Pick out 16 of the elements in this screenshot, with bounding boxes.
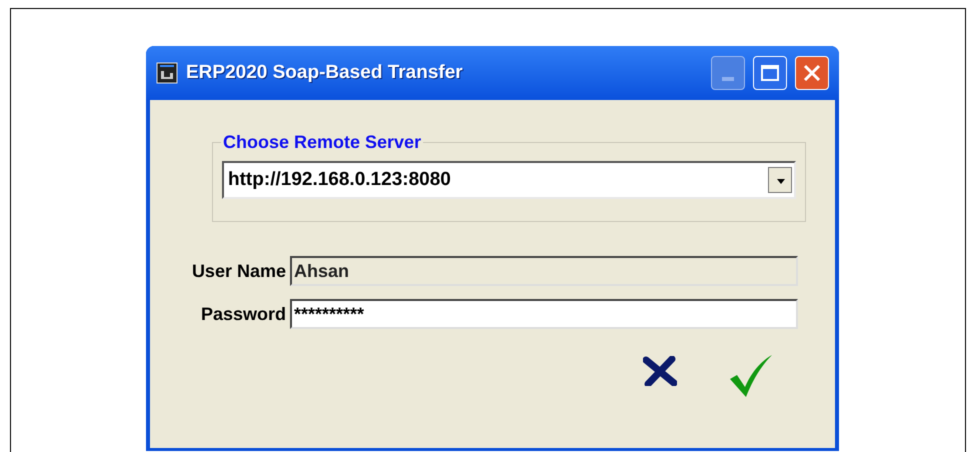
checkmark-icon <box>727 353 773 399</box>
close-button[interactable] <box>795 56 829 90</box>
app-icon <box>156 62 178 84</box>
window-title: ERP2020 Soap-Based Transfer <box>186 60 464 85</box>
field-label: User Name <box>190 260 287 282</box>
input-field[interactable]: ********** <box>290 299 798 329</box>
maximize-icon <box>761 65 779 81</box>
close-icon <box>803 64 821 82</box>
field-value: Ahsan <box>294 260 350 282</box>
cancel-x-icon <box>643 356 677 386</box>
dropdown-value: http://192.168.0.123:8080 <box>228 168 452 192</box>
server-dropdown[interactable]: http://192.168.0.123:8080 <box>222 161 796 199</box>
minimize-icon <box>722 77 734 81</box>
maximize-button[interactable] <box>753 56 787 90</box>
field-value: ********** <box>294 302 364 326</box>
field-label: Password <box>200 302 287 326</box>
